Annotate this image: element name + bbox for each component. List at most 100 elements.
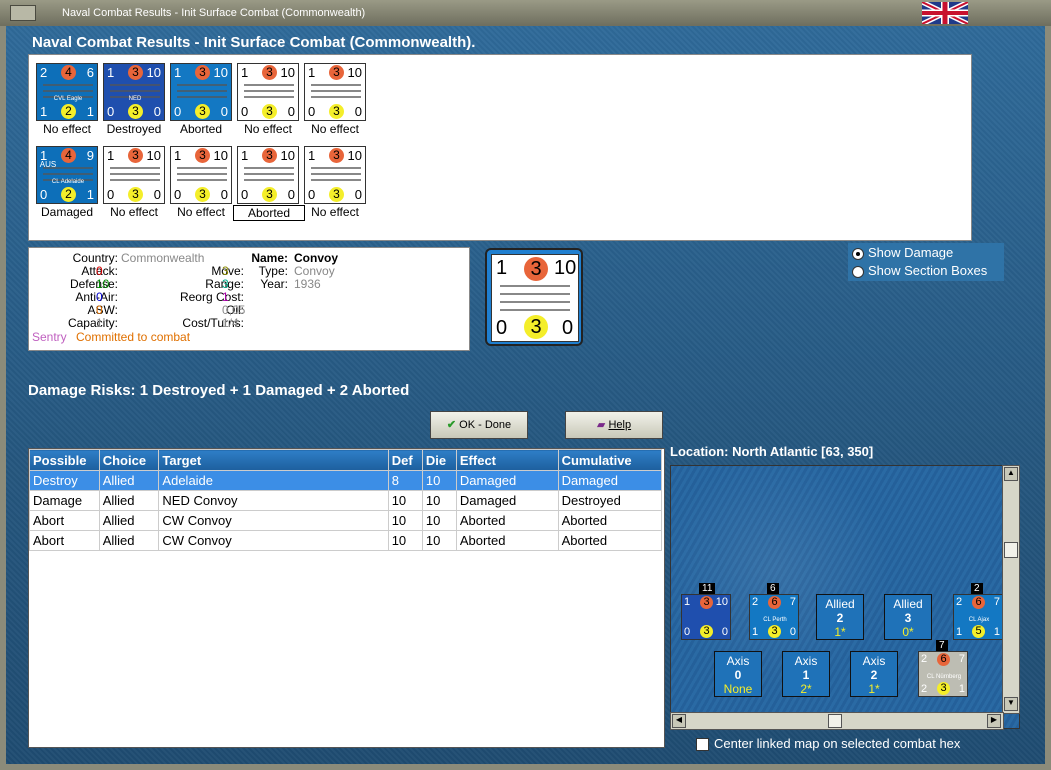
counter-b1: 1 [40,104,48,119]
box-count: 3 [904,611,912,625]
map-unit-counter[interactable]: 2 6 7 CL Ajax 1 5 1 [953,594,1003,640]
counter-b3: 0 [789,626,796,638]
big-counter-b3: 0 [562,317,574,339]
table-row[interactable]: Damage Allied NED Convoy 10 10 Damaged Destroy… [29,490,663,511]
system-menu-icon[interactable] [10,5,36,21]
checkmark-icon: ✔ [446,419,457,431]
map-unit-counter[interactable]: 2 6 7 CL Perth 1 3 0 [749,594,799,640]
name-value: Convoy [294,251,339,265]
box-value: 1* [834,625,846,639]
box-title: Axis [862,654,886,668]
map-vertical-scrollbar[interactable]: ▲ ▼ [1002,465,1020,714]
year-value: 1936 [294,277,321,291]
counter-result-label: Aborted [179,122,223,136]
map-summary-box[interactable]: Allied 2 1* [816,594,864,640]
scroll-right-icon[interactable]: ▶ [987,714,1001,728]
map-summary-box[interactable]: Axis 0 None [714,651,762,697]
unit-counter[interactable]: 1 3 10 0 3 0 [237,146,299,204]
unit-counter[interactable]: 1 3 10 0 3 0 [304,146,366,204]
uk-flag-icon [922,2,968,24]
counter-defense: 7 [993,596,1000,608]
defense-value: 10 [96,277,110,291]
column-header[interactable]: Possible [29,449,100,471]
table-row[interactable]: Abort Allied CW Convoy 10 10 Aborted Aborted [29,510,663,531]
column-header[interactable]: Effect [455,449,559,471]
big-counter-mid: 3 [524,257,548,281]
column-header[interactable]: Choice [98,449,160,471]
counter-b3: 0 [354,187,362,202]
counter-b2: 3 [329,187,344,202]
column-header[interactable]: Target [158,449,389,471]
year-label: Year: [260,277,288,291]
unit-counter[interactable]: 1 3 10 0 3 0 [237,63,299,121]
column-header[interactable]: Def [387,449,423,471]
damage-risks-summary: Damage Risks: 1 Destroyed + 1 Damaged + … [28,382,410,399]
show-section-option[interactable]: Show Section Boxes [852,263,987,278]
table-row[interactable]: Destroy Allied Adelaide 8 10 Damaged Damaged [29,470,663,491]
counter-defense: 10 [213,148,228,163]
scroll-down-icon[interactable]: ▼ [1004,697,1018,711]
horizontal-scroll-thumb[interactable] [828,714,842,728]
unit-counter[interactable]: 1 3 10 NED 0 3 0 [103,63,165,121]
sentry-label: Sentry [32,330,67,344]
box-value: 0* [902,625,914,639]
table-cell: Aborted [557,530,663,551]
table-cell: Abort [29,510,100,531]
counter-attack: 6 [937,653,950,666]
counter-b1: 0 [308,104,316,119]
map-summary-box[interactable]: Allied 3 0* [884,594,932,640]
table-cell: Allied [98,490,160,511]
radio-unselected-icon[interactable] [852,265,864,278]
map-summary-box[interactable]: Axis 1 2* [782,651,830,697]
counter-b3: 0 [220,187,228,202]
selected-unit-counter: 1 3 10 0 3 0 [485,248,583,346]
map-summary-box[interactable]: Axis 2 1* [850,651,898,697]
counter-attack: 4 [61,65,76,80]
ok-done-button[interactable]: ✔ OK - Done [430,411,528,439]
counter-b3: 1 [958,683,965,695]
table-row[interactable]: Abort Allied CW Convoy 10 10 Aborted Aborted [29,530,663,551]
counter-b1: 1 [956,626,963,638]
unit-counter[interactable]: 2 4 6 CVL Eagle 1 2 1 [36,63,98,121]
counter-b3: 0 [354,104,362,119]
counter-name: CL Adelaide [51,179,85,185]
counter-top: 2 [921,653,928,665]
table-cell: 10 [421,510,457,531]
table-cell: CW Convoy [158,530,389,551]
unit-counter[interactable]: 1 4 9 CL Adelaide AUS 0 2 1 [36,146,98,204]
table-cell: 10 [421,530,457,551]
column-header[interactable]: Die [421,449,457,471]
radio-selected-icon[interactable] [852,247,864,260]
unit-counter[interactable]: 1 3 10 0 3 0 [304,63,366,121]
counter-result-label: No effect [244,122,292,136]
box-count: 2 [836,611,844,625]
counter-b2: 2 [61,187,76,202]
center-map-checkbox[interactable]: Center linked map on selected combat hex [696,736,960,752]
counter-defense: 10 [146,65,161,80]
counter-name: CL Ajax [968,617,990,623]
help-button[interactable]: ▰ Help [565,411,663,439]
show-damage-option[interactable]: Show Damage [852,245,953,260]
table-cell: NED Convoy [158,490,389,511]
help-label: Help [608,419,632,431]
table-header-row: Possible Choice Target Def Die Effect Cumulati… [29,449,663,471]
counter-b2: 3 [937,682,950,695]
unit-counter[interactable]: 1 3 10 0 3 0 [103,146,165,204]
checkbox-icon[interactable] [696,738,709,752]
counter-nation-tag: AUS [39,160,57,169]
vertical-scroll-thumb[interactable] [1004,542,1018,558]
unit-counter[interactable]: 1 3 10 0 3 0 [170,146,232,204]
status-text: Committed to combat [76,330,191,344]
map-unit-counter[interactable]: 1 3 10 0 3 0 [681,594,731,640]
map-horizontal-scrollbar[interactable]: ◀ ▶ [670,712,1004,730]
map-unit-counter[interactable]: 2 6 7 CL Nürnberg 2 3 1 [918,651,968,697]
scroll-left-icon[interactable]: ◀ [672,714,686,728]
scroll-up-icon[interactable]: ▲ [1004,467,1018,481]
counter-defense: 10 [213,65,228,80]
ship-silhouette-icon [311,84,361,102]
counter-b2: 3 [262,104,277,119]
unit-counter[interactable]: 1 3 10 0 3 0 [170,63,232,121]
counter-top: 1 [308,65,316,80]
counter-b1: 2 [921,683,928,695]
column-header[interactable]: Cumulative [557,449,663,471]
